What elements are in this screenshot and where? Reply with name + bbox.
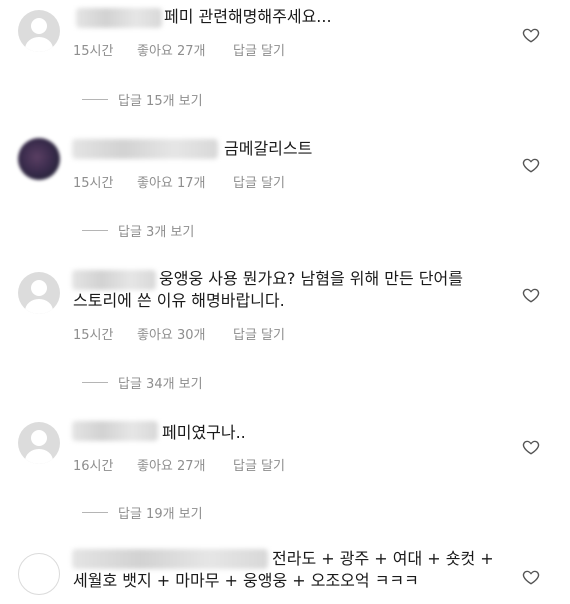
divider-line <box>82 512 108 513</box>
divider-line <box>82 382 108 383</box>
comment-meta: 15시간 좋아요 17개 답글 달기 <box>73 172 285 191</box>
comment-time: 15시간 <box>73 328 114 343</box>
avatar[interactable] <box>18 272 60 314</box>
comment-meta: 15시간 좋아요 27개 답글 달기 <box>73 40 285 59</box>
view-replies-label: 답글 15개 보기 <box>118 94 203 109</box>
reply-button[interactable]: 답글 달기 <box>233 40 285 59</box>
view-replies-label: 답글 3개 보기 <box>118 225 195 240</box>
comment-text-line-2: 스토리에 쓴 이유 해명바랍니다. <box>73 291 285 310</box>
heart-icon[interactable] <box>522 26 540 44</box>
view-replies-label: 답글 19개 보기 <box>118 507 203 522</box>
reply-button[interactable]: 답글 달기 <box>233 455 285 474</box>
comment-text: 페미였구나.. <box>162 423 246 442</box>
comment-time: 15시간 <box>73 176 114 191</box>
username-blurred[interactable] <box>72 421 158 441</box>
username-blurred[interactable] <box>72 139 218 159</box>
comment-time: 15시간 <box>73 44 114 59</box>
comment-meta: 16시간 좋아요 27개 답글 달기 <box>73 455 285 474</box>
divider-line <box>82 99 108 100</box>
avatar[interactable] <box>18 138 60 180</box>
comment-text-line-2: 세월호 뱃지 + 마마무 + 웅앵웅 + 오조오억 ㅋㅋㅋ <box>73 571 419 590</box>
heart-icon[interactable] <box>522 286 540 304</box>
comment-text: 금메갈리스트 <box>224 139 313 158</box>
heart-icon[interactable] <box>522 438 540 456</box>
reply-button[interactable]: 답글 달기 <box>233 324 285 343</box>
avatar[interactable] <box>18 422 60 464</box>
comment-likes-count[interactable]: 좋아요 27개 <box>137 455 233 474</box>
divider-line <box>82 230 108 231</box>
view-replies-label: 답글 34개 보기 <box>118 377 203 392</box>
comment-likes-count[interactable]: 좋아요 27개 <box>137 40 233 59</box>
comment-text: 페미 관련해명해주세요... <box>164 7 332 26</box>
reply-button[interactable]: 답글 달기 <box>233 172 285 191</box>
heart-icon[interactable] <box>522 156 540 174</box>
comment-likes-count[interactable]: 좋아요 17개 <box>137 172 233 191</box>
username-blurred[interactable] <box>76 8 162 28</box>
view-replies-button[interactable]: 답글 3개 보기 <box>82 221 194 240</box>
comment-meta: 15시간 좋아요 30개 답글 달기 <box>73 324 285 343</box>
view-replies-button[interactable]: 답글 19개 보기 <box>82 503 203 522</box>
comment-likes-count[interactable]: 좋아요 30개 <box>137 324 233 343</box>
view-replies-button[interactable]: 답글 34개 보기 <box>82 373 203 392</box>
comment-time: 16시간 <box>73 459 114 474</box>
avatar[interactable] <box>18 10 60 52</box>
username-blurred[interactable] <box>72 270 156 290</box>
username-blurred[interactable] <box>72 549 268 569</box>
heart-icon[interactable] <box>522 568 540 586</box>
avatar[interactable] <box>18 553 60 595</box>
view-replies-button[interactable]: 답글 15개 보기 <box>82 90 203 109</box>
